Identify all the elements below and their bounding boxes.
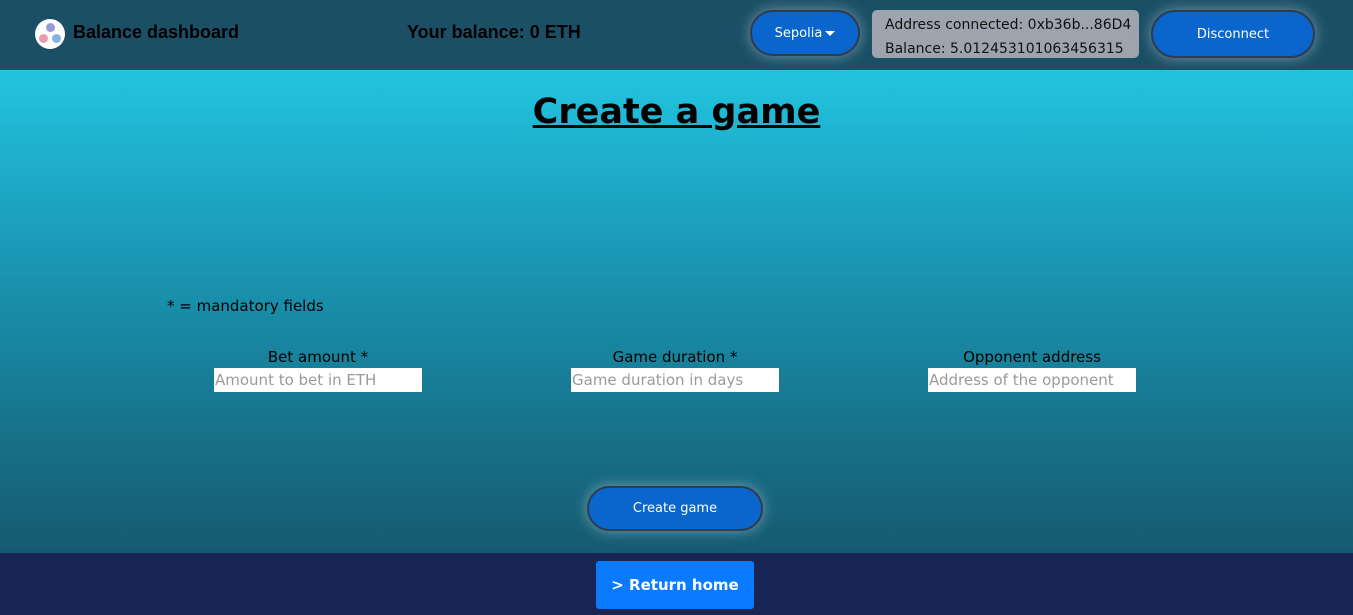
- logo-dot: [39, 34, 48, 43]
- opponent-address-label: Opponent address: [963, 348, 1101, 366]
- network-label: Sepolia: [774, 25, 823, 41]
- address-connected-text: Address connected: 0xb36b...86D4: [885, 17, 1132, 33]
- bet-amount-field: Bet amount *: [214, 348, 422, 392]
- bet-amount-label: Bet amount *: [267, 348, 369, 366]
- bet-amount-input[interactable]: [214, 368, 422, 392]
- brand-title: Balance dashboard: [73, 22, 240, 42]
- account-balance-text: Balance: 5.012453101063456315: [885, 41, 1124, 57]
- logo-dot: [45, 23, 55, 32]
- three-dot-logo-icon: [35, 19, 65, 49]
- balance-summary: Your balance: 0 ETH: [407, 22, 581, 42]
- account-info-box: Address connected: 0xb36b...86D4 Balance…: [872, 10, 1139, 58]
- caret-down-icon: [825, 30, 836, 36]
- footer-bar: > Return home: [0, 553, 1353, 615]
- game-duration-input[interactable]: [571, 368, 779, 392]
- network-select-button[interactable]: Sepolia: [750, 10, 860, 56]
- logo-dot: [52, 34, 61, 43]
- opponent-address-input[interactable]: [928, 368, 1136, 392]
- create-game-section: Create a game * = mandatory fields Bet a…: [0, 70, 1353, 553]
- create-game-button[interactable]: Create game: [587, 486, 763, 531]
- disconnect-button[interactable]: Disconnect: [1151, 10, 1315, 58]
- page-title: Create a game: [532, 92, 821, 132]
- return-home-button[interactable]: > Return home: [596, 561, 754, 609]
- top-header: Balance dashboard Your balance: 0 ETH Se…: [0, 0, 1353, 70]
- mandatory-fields-note: * = mandatory fields: [167, 297, 324, 315]
- game-duration-label: Game duration *: [612, 348, 738, 366]
- game-duration-field: Game duration *: [571, 348, 779, 392]
- opponent-address-field: Opponent address: [928, 348, 1136, 392]
